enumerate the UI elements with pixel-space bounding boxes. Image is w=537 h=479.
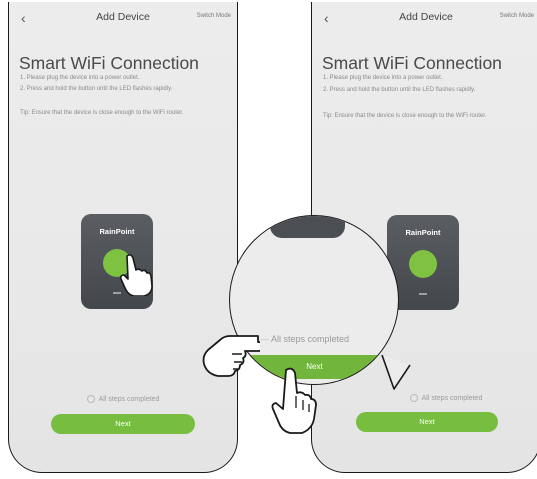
phone-screen-left: ‹ Add Device Switch Mode Smart WiFi Conn… [8, 2, 238, 473]
section-heading: Smart WiFi Connection [322, 53, 502, 73]
instruction-step-1: 1. Please plug the device into a power o… [323, 75, 443, 81]
steps-completed-label: All steps completed [421, 394, 483, 402]
pointing-hand-icon [120, 254, 153, 296]
device-brand-logo: RainPoint [99, 227, 135, 236]
device-slot [419, 293, 427, 295]
device-button-led [409, 250, 437, 278]
radio-circle-icon [86, 395, 95, 403]
zoomed-device-edge [270, 216, 345, 238]
next-button[interactable]: Next [51, 414, 195, 434]
pointing-hand-icon [271, 367, 317, 434]
instruction-tip: Tip: Ensure that the device is close eno… [20, 110, 184, 116]
instruction-step-2: 2. Press and hold the button until the L… [323, 87, 476, 93]
switch-mode-link[interactable]: Switch Mode [197, 13, 231, 19]
pointing-hand-icon [202, 335, 260, 377]
instruction-tip: Tip: Ensure that the device is close eno… [323, 113, 487, 119]
steps-completed-checkbox[interactable]: All steps completed [312, 394, 537, 402]
zoomed-steps-completed-label: — All steps completed [260, 334, 350, 344]
switch-mode-link[interactable]: Switch Mode [500, 13, 534, 19]
instruction-step-1: 1. Please plug the device into a power o… [20, 75, 140, 81]
steps-completed-checkbox[interactable]: All steps completed [9, 395, 237, 403]
section-heading: Smart WiFi Connection [19, 53, 199, 73]
next-button[interactable]: Next [356, 412, 498, 432]
top-nav-bar: ‹ Add Device Switch Mode [312, 10, 537, 34]
device-brand-logo: RainPoint [405, 228, 441, 237]
steps-completed-label: All steps completed [98, 395, 160, 403]
top-nav-bar: ‹ Add Device Switch Mode [9, 10, 237, 34]
radio-circle-icon [409, 394, 418, 402]
instruction-step-2: 2. Press and hold the button until the L… [20, 86, 173, 92]
